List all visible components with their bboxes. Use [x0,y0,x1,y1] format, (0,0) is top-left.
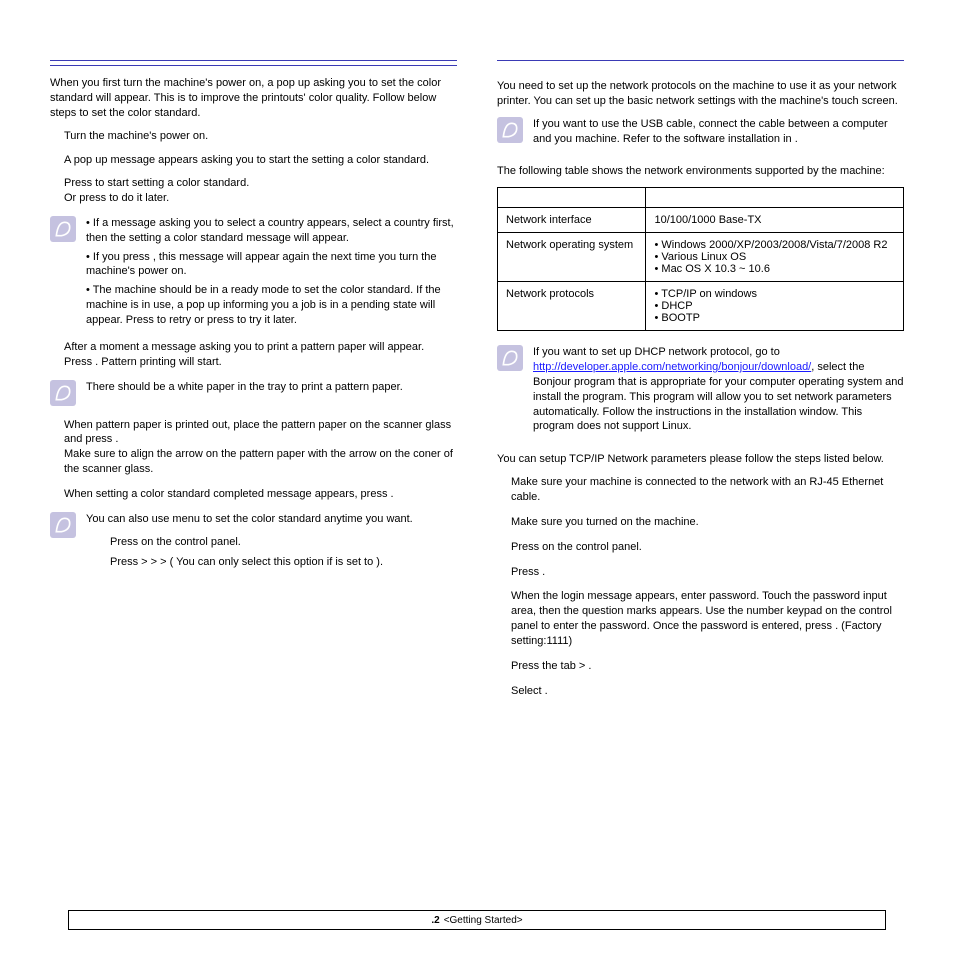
table-cell: Windows 2000/XP/2003/2008/Vista/7/2008 R… [646,233,904,282]
table-cell: Network interface [498,208,646,233]
note-text: You can also use menu to set the color s… [86,512,457,527]
step-text: Make sure your machine is connected to t… [511,475,904,505]
step-text: Make sure to align the arrow on the patt… [64,447,457,477]
substep-text: Press on the control panel. [86,535,457,550]
substep-text: Press > > > ( You can only select this o… [86,555,457,570]
table-intro: The following table shows the network en… [497,164,904,179]
rule [497,60,904,61]
table-cell: TCP/IP on windows DHCP BOOTP [646,282,904,331]
step-text: Press . [511,565,904,580]
intro-text: You need to set up the network protocols… [497,79,904,109]
note: There should be a white paper in the tra… [50,380,457,406]
note-text: • If you press , this message will appea… [86,250,457,280]
note: You can also use menu to set the color s… [50,512,457,577]
left-column: When you first turn the machine's power … [50,60,457,708]
network-table: Network interface 10/100/1000 Base-TX Ne… [497,187,904,331]
step-text: After a moment a message asking you to p… [64,340,457,355]
note-text: There should be a white paper in the tra… [86,380,457,406]
list-item: TCP/IP on windows [654,288,895,300]
list-item: BOOTP [654,312,895,324]
note-text: • If a message asking you to select a co… [86,216,457,246]
step-text: Press the tab > . [511,659,904,674]
step-text: A pop up message appears asking you to s… [64,153,457,168]
list-item: Mac OS X 10.3 ~ 10.6 [654,263,895,275]
note: If you want to set up DHCP network proto… [497,345,904,434]
step-text: When pattern paper is printed out, place… [64,418,457,448]
page-number: .2 [431,915,439,926]
table-cell: 10/100/1000 Base-TX [646,208,904,233]
step-text: Or press to do it later. [64,191,457,206]
note-icon [50,380,76,406]
table-header [646,188,904,208]
note: • If a message asking you to select a co… [50,216,457,328]
table-cell: Network operating system [498,233,646,282]
step-text: When the login message appears, enter pa… [511,589,904,648]
bonjour-link[interactable]: http://developer.apple.com/networking/bo… [533,361,811,373]
step-text: Press to start setting a color standard. [64,176,457,191]
step-text: Turn the machine's power on. [64,129,457,144]
note-text: If you want to set up DHCP network proto… [533,345,904,434]
tcp-intro: You can setup TCP/IP Network parameters … [497,452,904,467]
list-item: DHCP [654,300,895,312]
intro-text: When you first turn the machine's power … [50,76,457,121]
footer-section: <Getting Started> [444,915,523,926]
rule [50,65,457,66]
note-text: • The machine should be in a ready mode … [86,283,457,328]
note-icon [50,512,76,538]
note-icon [497,117,523,143]
note: If you want to use the USB cable, connec… [497,117,904,147]
rule [50,60,457,61]
step-text: Press . Pattern printing will start. [64,355,457,370]
step-text: Make sure you turned on the machine. [511,515,904,530]
note-text: If you want to use the USB cable, connec… [533,117,904,147]
table-cell: Network protocols [498,282,646,331]
list-item: Various Linux OS [654,251,895,263]
list-item: Windows 2000/XP/2003/2008/Vista/7/2008 R… [654,239,895,251]
right-column: You need to set up the network protocols… [497,60,904,708]
step-text: Press on the control panel. [511,540,904,555]
note-icon [497,345,523,371]
table-header [498,188,646,208]
step-text: When setting a color standard completed … [64,487,457,502]
step-text: Select . [511,684,904,699]
note-fragment: If you want to set up DHCP network proto… [533,346,780,358]
note-icon [50,216,76,242]
page-footer: .2 <Getting Started> [68,910,886,930]
